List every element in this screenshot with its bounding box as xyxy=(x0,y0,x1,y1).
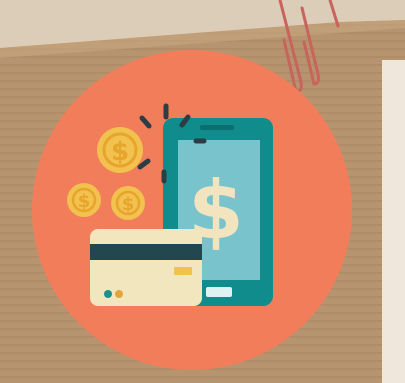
gold-coin-icon: $ xyxy=(97,127,143,173)
svg-text:$: $ xyxy=(78,191,91,212)
payment-illustration: $ $ $ $ xyxy=(0,0,405,383)
svg-text:$: $ xyxy=(111,137,129,167)
svg-text:$: $ xyxy=(122,194,135,215)
gold-coin-icon: $ xyxy=(67,183,101,217)
credit-card-icon xyxy=(90,229,202,306)
gold-coin-icon: $ xyxy=(111,186,145,220)
